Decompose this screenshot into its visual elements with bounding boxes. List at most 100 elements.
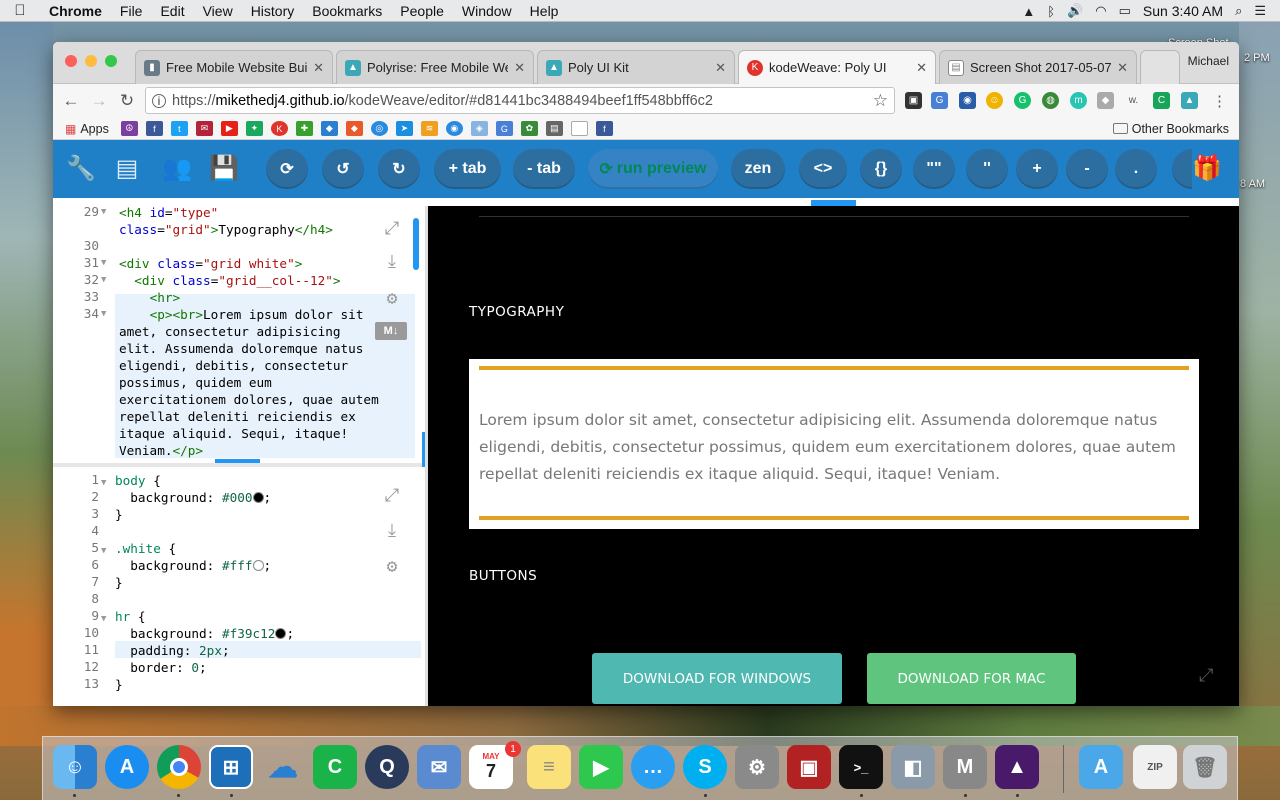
wrench-icon[interactable]: 🔧 (65, 154, 97, 184)
download-icon[interactable]: ⤓ (381, 251, 403, 273)
extension-icon[interactable]: C (1153, 92, 1170, 109)
zoom-window-button[interactable] (105, 55, 117, 67)
users-icon[interactable]: 👥 (161, 154, 193, 184)
run-preview-button[interactable]: ⟳ run preview (588, 149, 718, 189)
close-tab-icon[interactable]: ✕ (1117, 60, 1128, 76)
menu-edit[interactable]: Edit (151, 3, 193, 19)
color-swatch[interactable] (252, 492, 264, 503)
color-swatch[interactable] (252, 560, 264, 571)
menu-view[interactable]: View (194, 3, 242, 19)
close-window-button[interactable] (65, 55, 77, 67)
facebook-icon[interactable]: f (595, 121, 613, 136)
tab-kodeweave[interactable]: K kodeWeave: Poly UI ✕ (738, 50, 936, 84)
mobirise-icon[interactable]: M (943, 745, 987, 789)
bookmark-icon[interactable]: ◈ (470, 121, 488, 136)
fold-icon[interactable]: ▼ (101, 614, 106, 624)
plus-button[interactable]: + (1016, 149, 1058, 189)
bookmark-icon[interactable]: ✦ (245, 121, 263, 136)
translate-icon[interactable]: G (931, 92, 948, 109)
download-icon[interactable]: ⤓ (381, 520, 403, 542)
close-tab-icon[interactable]: ✕ (514, 60, 525, 76)
menu-history[interactable]: History (242, 3, 304, 19)
color-swatch[interactable] (275, 628, 287, 639)
twitter-icon[interactable]: t (170, 121, 188, 136)
add-tab-button[interactable]: + tab (434, 149, 501, 189)
address-bar[interactable]: i https://mikethedj4.github.io/kodeWeave… (145, 87, 895, 114)
download-windows-button[interactable]: DOWNLOAD FOR WINDOWS (592, 653, 842, 704)
chrome-menu-icon[interactable]: ⋮ (1211, 92, 1228, 110)
extension-icon[interactable]: ▣ (905, 92, 922, 109)
battery-icon[interactable]: ▭ (1119, 3, 1131, 19)
extension-icon[interactable]: ▲ (1181, 92, 1198, 109)
info-icon[interactable]: i (152, 93, 166, 108)
grammarly-icon[interactable]: G (1014, 92, 1031, 109)
settings-gear-icon[interactable]: ⚙ (381, 556, 403, 578)
minimize-window-button[interactable] (85, 55, 97, 67)
undo-button[interactable]: ↺ (322, 149, 364, 189)
mail-icon[interactable]: ✉ (195, 121, 213, 136)
redo-button[interactable]: ↻ (378, 149, 420, 189)
tab-poly-ui-kit[interactable]: ▲ Poly UI Kit ✕ (537, 50, 735, 84)
trash-icon[interactable]: 🗑 (1183, 745, 1227, 789)
wifi-icon[interactable]: ◠ (1095, 3, 1106, 19)
bookmark-icon[interactable]: ◎ (370, 121, 388, 136)
extension-icon[interactable]: m (1070, 92, 1087, 109)
terminal-icon[interactable]: >_ (839, 745, 883, 789)
bookmark-icon[interactable]: ◉ (445, 121, 463, 136)
css-editor[interactable]: 1 2 3 4 5 6 7 8 9 10 11 12 13 ▼ ▼ ▼ body { backgroun… (53, 467, 425, 706)
fold-icon[interactable]: ▼ (101, 275, 106, 285)
remove-tab-button[interactable]: - tab (513, 149, 575, 189)
menu-help[interactable]: Help (521, 3, 568, 19)
gift-icon[interactable]: 🎁 (1191, 154, 1223, 184)
bluetooth-icon[interactable]: ᛒ (1047, 4, 1055, 19)
forward-icon[interactable]: → (85, 91, 113, 111)
finder-icon[interactable]: ☺ (53, 745, 97, 789)
photo-booth-icon[interactable]: ▣ (787, 745, 831, 789)
download-mac-button[interactable]: DOWNLOAD FOR MAC (867, 653, 1076, 704)
notes-icon[interactable]: ≡ (527, 745, 571, 789)
fold-icon[interactable]: ▼ (101, 309, 106, 319)
book-icon[interactable]: ▤ (111, 154, 143, 184)
back-icon[interactable]: ← (57, 91, 85, 111)
close-tab-icon[interactable]: ✕ (916, 60, 927, 76)
scrollbar[interactable] (413, 218, 419, 270)
app-store-icon[interactable]: A (105, 745, 149, 789)
fold-icon[interactable]: ▼ (101, 207, 106, 217)
refresh-button[interactable]: ⟳ (266, 149, 308, 189)
globe-icon[interactable]: ◍ (1042, 92, 1059, 109)
bookmark-icon[interactable]: ▤ (545, 121, 563, 136)
bookmark-star-icon[interactable]: ☆ (873, 91, 888, 111)
emoji-icon[interactable]: ☺ (986, 92, 1003, 109)
tab-mobirise[interactable]: ▮ Free Mobile Website Build ✕ (135, 50, 333, 84)
camtasia-icon[interactable]: C (313, 745, 357, 789)
quicktime-icon[interactable]: Q (365, 745, 409, 789)
youtube-icon[interactable]: ▶ (220, 121, 238, 136)
system-preferences-icon[interactable]: ⚙ (735, 745, 779, 789)
kodeweave-icon[interactable]: K (270, 121, 288, 136)
other-bookmarks[interactable]: Other Bookmarks (1112, 122, 1229, 136)
translate-icon[interactable]: G (495, 121, 513, 136)
settings-gear-icon[interactable]: ⚙ (381, 288, 403, 310)
bookmark-icon[interactable]: ✚ (295, 121, 313, 136)
volume-icon[interactable]: 🔊 (1067, 3, 1083, 19)
reload-icon[interactable]: ↻ (113, 91, 141, 111)
menu-bookmarks[interactable]: Bookmarks (303, 3, 391, 19)
bookmark-icon[interactable]: ◆ (345, 121, 363, 136)
extension-icon[interactable]: ◆ (1097, 92, 1114, 109)
save-icon[interactable]: 💾 (208, 154, 240, 184)
period-button[interactable]: . (1115, 149, 1157, 189)
profile-name[interactable]: Michael (1188, 54, 1229, 68)
fold-icon[interactable]: ▼ (101, 546, 106, 556)
menu-app-name[interactable]: Chrome (40, 3, 111, 19)
braces-button[interactable]: {} (860, 149, 902, 189)
fold-icon[interactable]: ▼ (101, 478, 106, 488)
archive-icon[interactable]: ZIP (1133, 745, 1177, 789)
code-editor-icon[interactable]: ⊞ (209, 745, 253, 789)
facebook-icon[interactable]: f (145, 121, 163, 136)
tab-screenshot[interactable]: ▤ Screen Shot 2017-05-07 a ✕ (939, 50, 1137, 84)
close-tab-icon[interactable]: ✕ (715, 60, 726, 76)
menu-window[interactable]: Window (453, 3, 521, 19)
facetime-icon[interactable]: ▶ (579, 745, 623, 789)
document-icon[interactable] (570, 121, 588, 136)
bookmark-icon[interactable]: ➤ (395, 121, 413, 136)
